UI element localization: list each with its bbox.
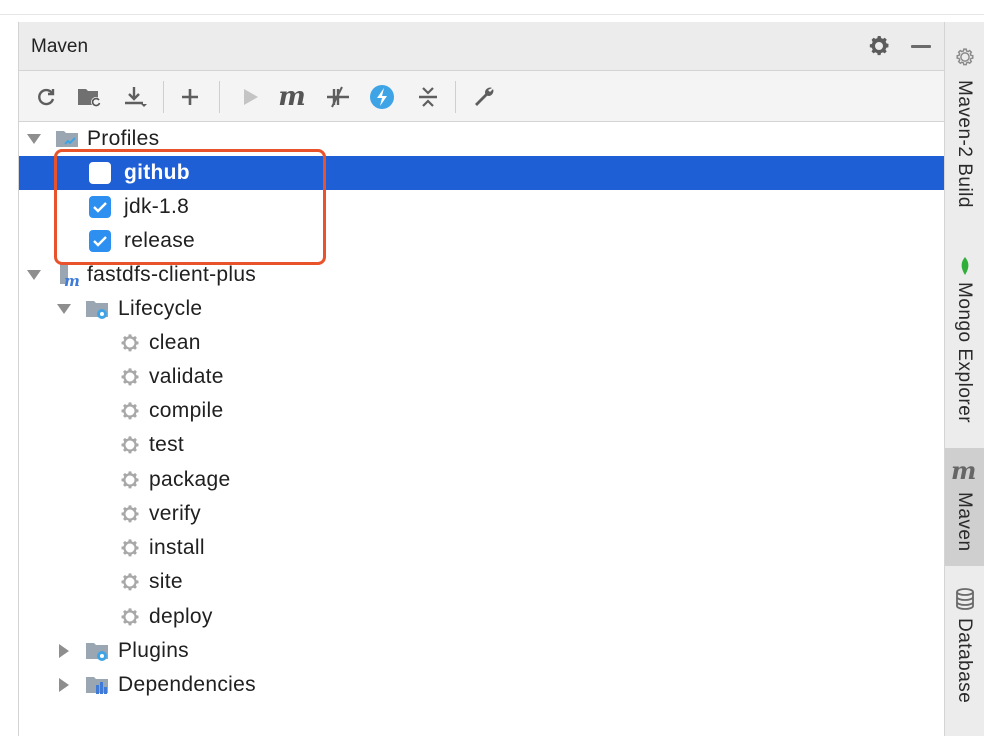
goal-label: verify: [149, 502, 201, 525]
goal-label: test: [149, 433, 185, 456]
database-icon: [956, 588, 974, 610]
tool-window-header: Maven: [19, 22, 945, 71]
checkmark-icon: [93, 236, 107, 247]
download-icon[interactable]: [123, 84, 149, 110]
profile-label: jdk-1.8: [124, 195, 190, 218]
profile-label: release: [124, 229, 195, 252]
gear-icon[interactable]: [867, 34, 891, 58]
tab-maven-2-build[interactable]: Maven-2 Build: [945, 40, 984, 240]
tree-node-profiles[interactable]: Profiles: [19, 122, 945, 156]
maven-projects-tree: Profiles github jdk-1.8 release m fastdf…: [19, 122, 945, 736]
gear-icon: [121, 368, 139, 386]
maven-m-icon: m: [951, 456, 977, 485]
profile-item-github[interactable]: github: [19, 156, 945, 190]
svg-text:m: m: [64, 272, 80, 287]
gear-icon: [121, 505, 139, 523]
expand-arrow-icon[interactable]: [57, 304, 71, 314]
expand-arrow-icon[interactable]: [27, 134, 41, 144]
tab-maven[interactable]: m Maven: [945, 448, 984, 566]
tool-window-title: Maven: [31, 36, 89, 57]
maven-toolbar: m: [19, 71, 945, 122]
dependencies-folder-icon: [86, 677, 108, 694]
profile-checkbox-jdk[interactable]: [89, 196, 111, 218]
goal-label: site: [149, 570, 183, 593]
lifecycle-goal-verify[interactable]: verify: [19, 497, 945, 531]
run-icon[interactable]: [237, 84, 263, 110]
lifecycle-folder-icon: [86, 301, 108, 319]
goal-label: validate: [149, 365, 224, 388]
profile-item-jdk[interactable]: jdk-1.8: [19, 190, 945, 224]
dependencies-label: Dependencies: [118, 673, 256, 696]
lifecycle-goal-site[interactable]: site: [19, 565, 945, 599]
collapse-arrow-icon[interactable]: [59, 644, 69, 658]
tab-label: Mongo Explorer: [954, 282, 975, 424]
right-tool-strip: Maven-2 Build Mongo Explorer m Maven Dat…: [944, 22, 984, 736]
goal-label: clean: [149, 331, 201, 354]
goal-label: deploy: [149, 605, 213, 628]
gear-icon: [121, 539, 139, 557]
tab-label: Maven-2 Build: [954, 80, 975, 208]
generate-sources-icon[interactable]: [77, 84, 103, 110]
profiles-label: Profiles: [87, 127, 160, 150]
gear-icon: [121, 573, 139, 591]
window-top-strip: [0, 0, 984, 15]
maven-module-icon: m: [60, 264, 80, 287]
gear-icon: [121, 471, 139, 489]
maven-tool-window: Maven m Profiles github jdk-1.8 release …: [18, 22, 945, 736]
tab-database[interactable]: Database: [945, 582, 984, 722]
leaf-icon: [961, 257, 969, 275]
profile-checkbox-github[interactable]: [89, 162, 111, 184]
tree-node-project[interactable]: m fastdfs-client-plus: [19, 258, 945, 292]
project-label: fastdfs-client-plus: [87, 263, 257, 286]
minimize-icon[interactable]: [911, 45, 931, 48]
expand-arrow-icon[interactable]: [27, 270, 41, 280]
add-icon[interactable]: [177, 84, 203, 110]
tree-node-lifecycle[interactable]: Lifecycle: [19, 292, 945, 326]
skip-tests-icon[interactable]: [369, 84, 395, 110]
profiles-folder-icon: [56, 131, 78, 147]
toggle-offline-icon[interactable]: [325, 84, 351, 110]
lifecycle-goal-validate[interactable]: validate: [19, 360, 945, 394]
lifecycle-goal-clean[interactable]: clean: [19, 326, 945, 360]
toolbar-separator: [163, 81, 164, 113]
gear-icon: [121, 436, 139, 454]
settings-wrench-icon[interactable]: [471, 84, 497, 110]
profile-label: github: [124, 161, 190, 184]
gear-icon: [121, 608, 139, 626]
profile-checkbox-release[interactable]: [89, 230, 111, 252]
tree-node-dependencies[interactable]: Dependencies: [19, 668, 945, 702]
tab-label: Maven: [954, 492, 975, 552]
lifecycle-goal-package[interactable]: package: [19, 463, 945, 497]
lifecycle-goal-compile[interactable]: compile: [19, 394, 945, 428]
checkmark-icon: [93, 202, 107, 213]
gear-icon: [121, 402, 139, 420]
tree-node-plugins[interactable]: Plugins: [19, 634, 945, 668]
lifecycle-goal-test[interactable]: test: [19, 428, 945, 462]
execute-goal-icon[interactable]: m: [278, 84, 306, 110]
gear-icon: [956, 48, 974, 66]
lifecycle-label: Lifecycle: [118, 297, 203, 320]
plugins-folder-icon: [86, 643, 108, 661]
profile-item-release[interactable]: release: [19, 224, 945, 258]
toolbar-separator: [455, 81, 456, 113]
plugins-label: Plugins: [118, 639, 189, 662]
tab-mongo-explorer[interactable]: Mongo Explorer: [945, 248, 984, 448]
collapse-all-icon[interactable]: [415, 84, 441, 110]
goal-label: install: [149, 536, 205, 559]
collapse-arrow-icon[interactable]: [59, 678, 69, 692]
reload-icon[interactable]: [33, 84, 59, 110]
lifecycle-goal-install[interactable]: install: [19, 531, 945, 565]
goal-label: package: [149, 468, 231, 491]
gear-icon: [121, 334, 139, 352]
tab-label: Database: [954, 618, 975, 704]
lifecycle-goal-deploy[interactable]: deploy: [19, 600, 945, 634]
goal-label: compile: [149, 399, 224, 422]
toolbar-separator: [219, 81, 220, 113]
